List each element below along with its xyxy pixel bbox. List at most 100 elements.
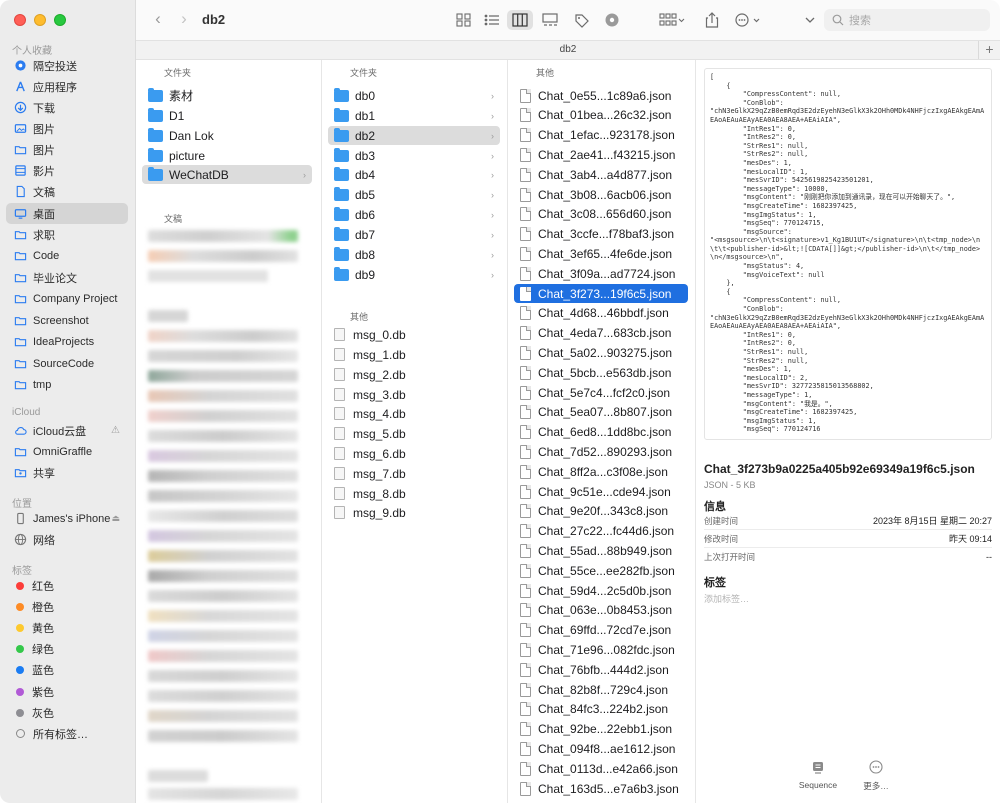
- db-file-row[interactable]: msg_1.db: [328, 345, 500, 364]
- column-view-button[interactable]: [507, 10, 533, 30]
- group-by-button[interactable]: [656, 10, 688, 30]
- gallery-view-button[interactable]: [540, 10, 560, 30]
- db-file-row[interactable]: msg_7.db: [328, 464, 500, 483]
- json-file-row[interactable]: Chat_2ae41...f43215.json: [514, 145, 688, 164]
- sidebar-tag-orange[interactable]: 橙色: [6, 596, 128, 617]
- json-file-row[interactable]: Chat_0113d...e42a66.json: [514, 759, 688, 778]
- sidebar-item-thesis[interactable]: 毕业论文: [6, 267, 128, 288]
- folder-row[interactable]: db4 ›: [328, 165, 500, 184]
- json-preview[interactable]: [ { "CompressContent": null, "ConBlob": …: [704, 68, 992, 440]
- json-file-row[interactable]: Chat_3ab4...a4d877.json: [514, 165, 688, 184]
- sidebar-tag-purple[interactable]: 紫色: [6, 681, 128, 702]
- json-file-row[interactable]: Chat_063e...0b8453.json: [514, 601, 688, 620]
- sidebar-item-omnigraffle[interactable]: OmniGraffle: [6, 441, 128, 462]
- minimize-window-button[interactable]: [34, 14, 46, 26]
- json-file-row[interactable]: Chat_01bea...26c32.json: [514, 106, 688, 125]
- json-file-row[interactable]: Chat_9c51e...cde94.json: [514, 482, 688, 501]
- json-file-row[interactable]: Chat_82b8f...729c4.json: [514, 680, 688, 699]
- json-file-row[interactable]: Chat_9e20f...343c8.json: [514, 502, 688, 521]
- sidebar-tag-yellow[interactable]: 黄色: [6, 617, 128, 638]
- zoom-window-button[interactable]: [54, 14, 66, 26]
- json-file-row[interactable]: Chat_3b08...6acb06.json: [514, 185, 688, 204]
- folder-row-selected[interactable]: WeChatDB ›: [142, 165, 312, 184]
- more-action-button[interactable]: 更多…: [851, 760, 901, 792]
- db-file-row[interactable]: msg_2.db: [328, 365, 500, 384]
- more-actions-button[interactable]: [732, 10, 762, 30]
- json-file-row[interactable]: Chat_4d68...46bbdf.json: [514, 304, 688, 323]
- folder-row[interactable]: db9 ›: [328, 265, 500, 284]
- path-tab[interactable]: db2 +: [136, 40, 1000, 60]
- sidebar-tag-green[interactable]: 绿色: [6, 638, 128, 659]
- folder-row[interactable]: 素材: [142, 86, 312, 105]
- share-button[interactable]: [702, 10, 722, 30]
- sidebar-item-tmp[interactable]: tmp: [6, 374, 128, 395]
- json-file-row[interactable]: Chat_5bcb...e563db.json: [514, 363, 688, 382]
- json-file-row[interactable]: Chat_71e96...082fdc.json: [514, 640, 688, 659]
- json-file-row[interactable]: Chat_27c22...fc44d6.json: [514, 522, 688, 541]
- json-file-row[interactable]: Chat_3ccfe...f78baf3.json: [514, 225, 688, 244]
- airdrop-share-button[interactable]: [602, 10, 622, 30]
- json-file-row[interactable]: Chat_5a02...903275.json: [514, 343, 688, 362]
- add-tags-field[interactable]: 添加标签…: [704, 592, 749, 605]
- json-file-row[interactable]: Chat_69ffd...72cd7e.json: [514, 621, 688, 640]
- json-file-row[interactable]: Chat_3c08...656d60.json: [514, 205, 688, 224]
- json-file-row[interactable]: Chat_76bfb...444d2.json: [514, 660, 688, 679]
- sidebar-tag-red[interactable]: 红色: [6, 575, 128, 596]
- folder-row[interactable]: db1 ›: [328, 106, 500, 125]
- json-file-row[interactable]: Chat_5e7c4...fcf2c0.json: [514, 383, 688, 402]
- sidebar-item-downloads[interactable]: 下载: [6, 97, 128, 118]
- folder-row[interactable]: db8 ›: [328, 245, 500, 264]
- json-file-row[interactable]: Chat_8ff2a...c3f08e.json: [514, 462, 688, 481]
- sidebar-tag-blue[interactable]: 蓝色: [6, 659, 128, 680]
- sidebar-item-airdrop[interactable]: 隔空投送: [6, 55, 128, 76]
- eject-icon[interactable]: ⏏: [111, 513, 120, 524]
- json-file-row[interactable]: Chat_1efac...923178.json: [514, 126, 688, 145]
- folder-row[interactable]: picture: [142, 146, 312, 165]
- sidebar-all-tags[interactable]: 所有标签…: [6, 723, 128, 744]
- new-tab-button[interactable]: +: [978, 41, 1000, 59]
- toolbar-overflow-button[interactable]: [800, 10, 820, 30]
- json-file-row[interactable]: Chat_6ed8...1dd8bc.json: [514, 423, 688, 442]
- json-file-row[interactable]: Chat_92be...22ebb1.json: [514, 720, 688, 739]
- db-file-row[interactable]: msg_3.db: [328, 385, 500, 404]
- db-file-row[interactable]: msg_4.db: [328, 404, 500, 423]
- close-window-button[interactable]: [14, 14, 26, 26]
- db-file-row[interactable]: msg_8.db: [328, 484, 500, 503]
- json-file-row[interactable]: Chat_4eda7...683cb.json: [514, 324, 688, 343]
- sidebar-item-iphone[interactable]: James's iPhone ⏏: [6, 508, 128, 529]
- sidebar-item-icloud-drive[interactable]: iCloud云盘 ⚠: [6, 420, 128, 441]
- db-file-row[interactable]: msg_9.db: [328, 503, 500, 522]
- json-file-row[interactable]: Chat_59d4...2c5d0b.json: [514, 581, 688, 600]
- sequence-action-button[interactable]: Sequence: [793, 760, 843, 790]
- json-file-row[interactable]: Chat_55ce...ee282fb.json: [514, 561, 688, 580]
- json-file-row[interactable]: Chat_55ad...88b949.json: [514, 541, 688, 560]
- sidebar-item-jobs[interactable]: 求职: [6, 224, 128, 245]
- sidebar-item-ideaprojects[interactable]: IdeaProjects: [6, 331, 128, 352]
- sidebar-item-pictures-2[interactable]: 图片: [6, 139, 128, 160]
- sidebar-item-desktop[interactable]: 桌面: [6, 203, 128, 224]
- folder-row[interactable]: db0 ›: [328, 86, 500, 105]
- json-file-row[interactable]: Chat_3ef65...4fe6de.json: [514, 244, 688, 263]
- folder-row[interactable]: db6 ›: [328, 205, 500, 224]
- sidebar-item-documents[interactable]: 文稿: [6, 181, 128, 202]
- sidebar-item-code[interactable]: Code: [6, 245, 128, 266]
- sidebar-item-screenshot[interactable]: Screenshot: [6, 310, 128, 331]
- sidebar-tag-gray[interactable]: 灰色: [6, 702, 128, 723]
- icon-view-button[interactable]: [454, 10, 474, 30]
- sidebar-item-pictures-1[interactable]: 图片: [6, 118, 128, 139]
- json-file-row[interactable]: Chat_163d5...e7a6b3.json: [514, 779, 688, 798]
- folder-row[interactable]: D1: [142, 106, 312, 125]
- json-file-row[interactable]: Chat_7d52...890293.json: [514, 442, 688, 461]
- json-file-row[interactable]: Chat_84fc3...224b2.json: [514, 700, 688, 719]
- search-field[interactable]: 搜索: [824, 9, 990, 31]
- tag-button[interactable]: [572, 10, 592, 30]
- folder-row[interactable]: Dan Lok: [142, 126, 312, 145]
- json-file-row[interactable]: Chat_5ea07...8b807.json: [514, 403, 688, 422]
- sidebar-item-sourcecode[interactable]: SourceCode: [6, 353, 128, 374]
- json-file-row[interactable]: Chat_094f8...ae1612.json: [514, 739, 688, 758]
- db-file-row[interactable]: msg_0.db: [328, 325, 500, 344]
- list-view-button[interactable]: [482, 10, 502, 30]
- json-file-row[interactable]: Chat_0e55...1c89a6.json: [514, 86, 688, 105]
- sidebar-item-network[interactable]: 网络: [6, 529, 128, 550]
- db-file-row[interactable]: msg_5.db: [328, 424, 500, 443]
